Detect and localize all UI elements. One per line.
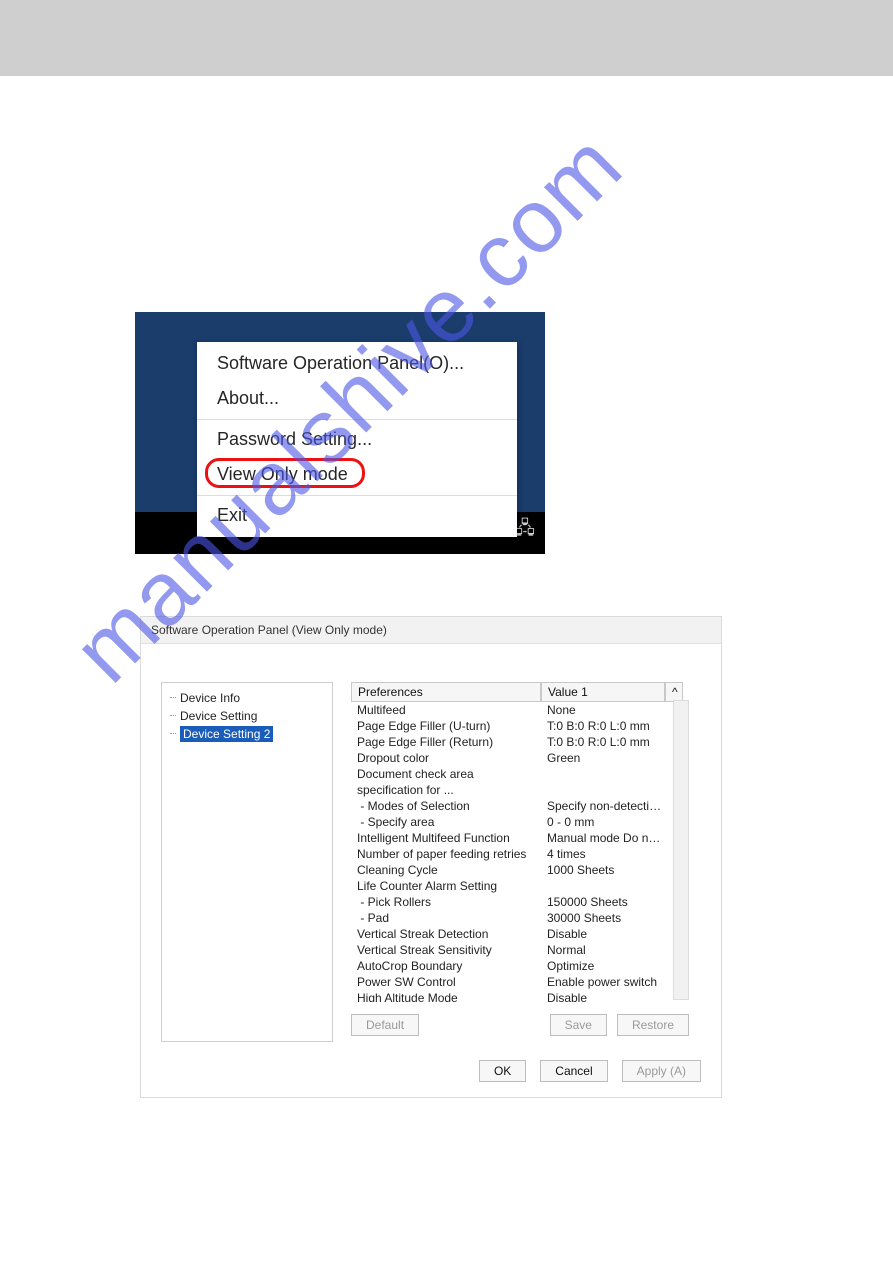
table-row[interactable]: Document check area specification for ..… xyxy=(351,766,689,798)
pref-name: AutoCrop Boundary xyxy=(351,958,541,974)
tree-pane: Device Info Device Setting Device Settin… xyxy=(161,682,333,1042)
scrollbar[interactable] xyxy=(673,700,689,1000)
preferences-pane: Preferences Value 1 ^ MultifeedNonePage … xyxy=(351,682,689,1002)
table-row[interactable]: Cleaning Cycle1000 Sheets xyxy=(351,862,689,878)
pref-value: 4 times xyxy=(541,846,665,862)
table-row[interactable]: Vertical Streak SensitivityNormal xyxy=(351,942,689,958)
table-row[interactable]: Power SW ControlEnable power switch xyxy=(351,974,689,990)
pref-name: Multifeed xyxy=(351,702,541,718)
ok-button[interactable]: OK xyxy=(479,1060,526,1082)
menu-item-software-operation-panel[interactable]: Software Operation Panel(O)... xyxy=(197,346,517,381)
pref-name: - Specify area xyxy=(351,814,541,830)
context-menu-screenshot: ⤢ 🖧 Software Operation Panel(O)... About… xyxy=(135,312,545,554)
pref-value: Disable xyxy=(541,926,665,942)
pref-name: - Pick Rollers xyxy=(351,894,541,910)
table-row[interactable]: - Pick Rollers150000 Sheets xyxy=(351,894,689,910)
pref-name: Intelligent Multifeed Function xyxy=(351,830,541,846)
apply-button[interactable]: Apply (A) xyxy=(622,1060,701,1082)
pref-value: Specify non-detection... xyxy=(541,798,665,814)
table-row[interactable]: Intelligent Multifeed FunctionManual mod… xyxy=(351,830,689,846)
table-row[interactable]: Life Counter Alarm Setting xyxy=(351,878,689,894)
pref-value: 0 - 0 mm xyxy=(541,814,665,830)
pref-name: - Pad xyxy=(351,910,541,926)
table-row[interactable]: Number of paper feeding retries4 times xyxy=(351,846,689,862)
pref-value xyxy=(541,766,665,798)
cancel-button[interactable]: Cancel xyxy=(540,1060,607,1082)
dialog-window: Software Operation Panel (View Only mode… xyxy=(140,616,722,1098)
menu-item-about[interactable]: About... xyxy=(197,381,517,416)
pref-name: Life Counter Alarm Setting xyxy=(351,878,541,894)
pref-value: 150000 Sheets xyxy=(541,894,665,910)
page-header-bar xyxy=(0,0,893,76)
bottom-button-row: OK Cancel Apply (A) xyxy=(479,1060,701,1082)
table-row[interactable]: MultifeedNone xyxy=(351,702,689,718)
tree-item-selected-label: Device Setting 2 xyxy=(180,726,273,742)
pref-value: Optimize xyxy=(541,958,665,974)
pref-value: Manual mode Do not... xyxy=(541,830,665,846)
menu-separator xyxy=(197,419,517,420)
header-preferences[interactable]: Preferences xyxy=(351,682,541,702)
pref-value: Enable power switch xyxy=(541,974,665,990)
context-menu: Software Operation Panel(O)... About... … xyxy=(197,342,517,537)
save-button[interactable]: Save xyxy=(550,1014,607,1036)
table-row[interactable]: - Modes of SelectionSpecify non-detectio… xyxy=(351,798,689,814)
menu-item-exit[interactable]: Exit xyxy=(197,498,517,533)
pref-name: - Modes of Selection xyxy=(351,798,541,814)
tree-item-device-setting[interactable]: Device Setting xyxy=(162,707,332,725)
pref-value: None xyxy=(541,702,665,718)
highlight-circle xyxy=(205,458,365,488)
table-row[interactable]: Dropout colorGreen xyxy=(351,750,689,766)
menu-separator xyxy=(197,495,517,496)
preferences-header: Preferences Value 1 ^ xyxy=(351,682,689,702)
pref-name: Power SW Control xyxy=(351,974,541,990)
table-row[interactable]: - Pad30000 Sheets xyxy=(351,910,689,926)
pref-name: High Altitude Mode xyxy=(351,990,541,1002)
pref-name: Cleaning Cycle xyxy=(351,862,541,878)
table-row[interactable]: High Altitude ModeDisable xyxy=(351,990,689,1002)
pref-name: Vertical Streak Detection xyxy=(351,926,541,942)
dialog-body: Device Info Device Setting Device Settin… xyxy=(141,644,721,1098)
inner-button-row: Default Save Restore xyxy=(351,1014,689,1036)
table-row[interactable]: Page Edge Filler (Return)T:0 B:0 R:0 L:0… xyxy=(351,734,689,750)
restore-button[interactable]: Restore xyxy=(617,1014,689,1036)
table-row[interactable]: AutoCrop BoundaryOptimize xyxy=(351,958,689,974)
pref-value: 1000 Sheets xyxy=(541,862,665,878)
pref-name: Page Edge Filler (U-turn) xyxy=(351,718,541,734)
menu-item-password-setting[interactable]: Password Setting... xyxy=(197,422,517,457)
pref-name: Vertical Streak Sensitivity xyxy=(351,942,541,958)
header-value1[interactable]: Value 1 xyxy=(541,682,665,702)
table-row[interactable]: Vertical Streak DetectionDisable xyxy=(351,926,689,942)
dialog-titlebar: Software Operation Panel (View Only mode… xyxy=(141,617,721,644)
pref-value: T:0 B:0 R:0 L:0 mm xyxy=(541,734,665,750)
pref-value: Disable xyxy=(541,990,665,1002)
preferences-rows: MultifeedNonePage Edge Filler (U-turn)T:… xyxy=(351,702,689,1002)
table-row[interactable]: - Specify area0 - 0 mm xyxy=(351,814,689,830)
pref-name: Dropout color xyxy=(351,750,541,766)
pref-name: Document check area specification for ..… xyxy=(351,766,541,798)
scroll-up-icon[interactable]: ^ xyxy=(665,682,683,702)
tree-item-device-info[interactable]: Device Info xyxy=(162,689,332,707)
table-row[interactable]: Page Edge Filler (U-turn)T:0 B:0 R:0 L:0… xyxy=(351,718,689,734)
pref-value xyxy=(541,878,665,894)
pref-value: T:0 B:0 R:0 L:0 mm xyxy=(541,718,665,734)
default-button[interactable]: Default xyxy=(351,1014,419,1036)
pref-value: Normal xyxy=(541,942,665,958)
pref-name: Page Edge Filler (Return) xyxy=(351,734,541,750)
pref-name: Number of paper feeding retries xyxy=(351,846,541,862)
tree-item-device-setting-2[interactable]: Device Setting 2 xyxy=(162,725,332,743)
pref-value: 30000 Sheets xyxy=(541,910,665,926)
pref-value: Green xyxy=(541,750,665,766)
